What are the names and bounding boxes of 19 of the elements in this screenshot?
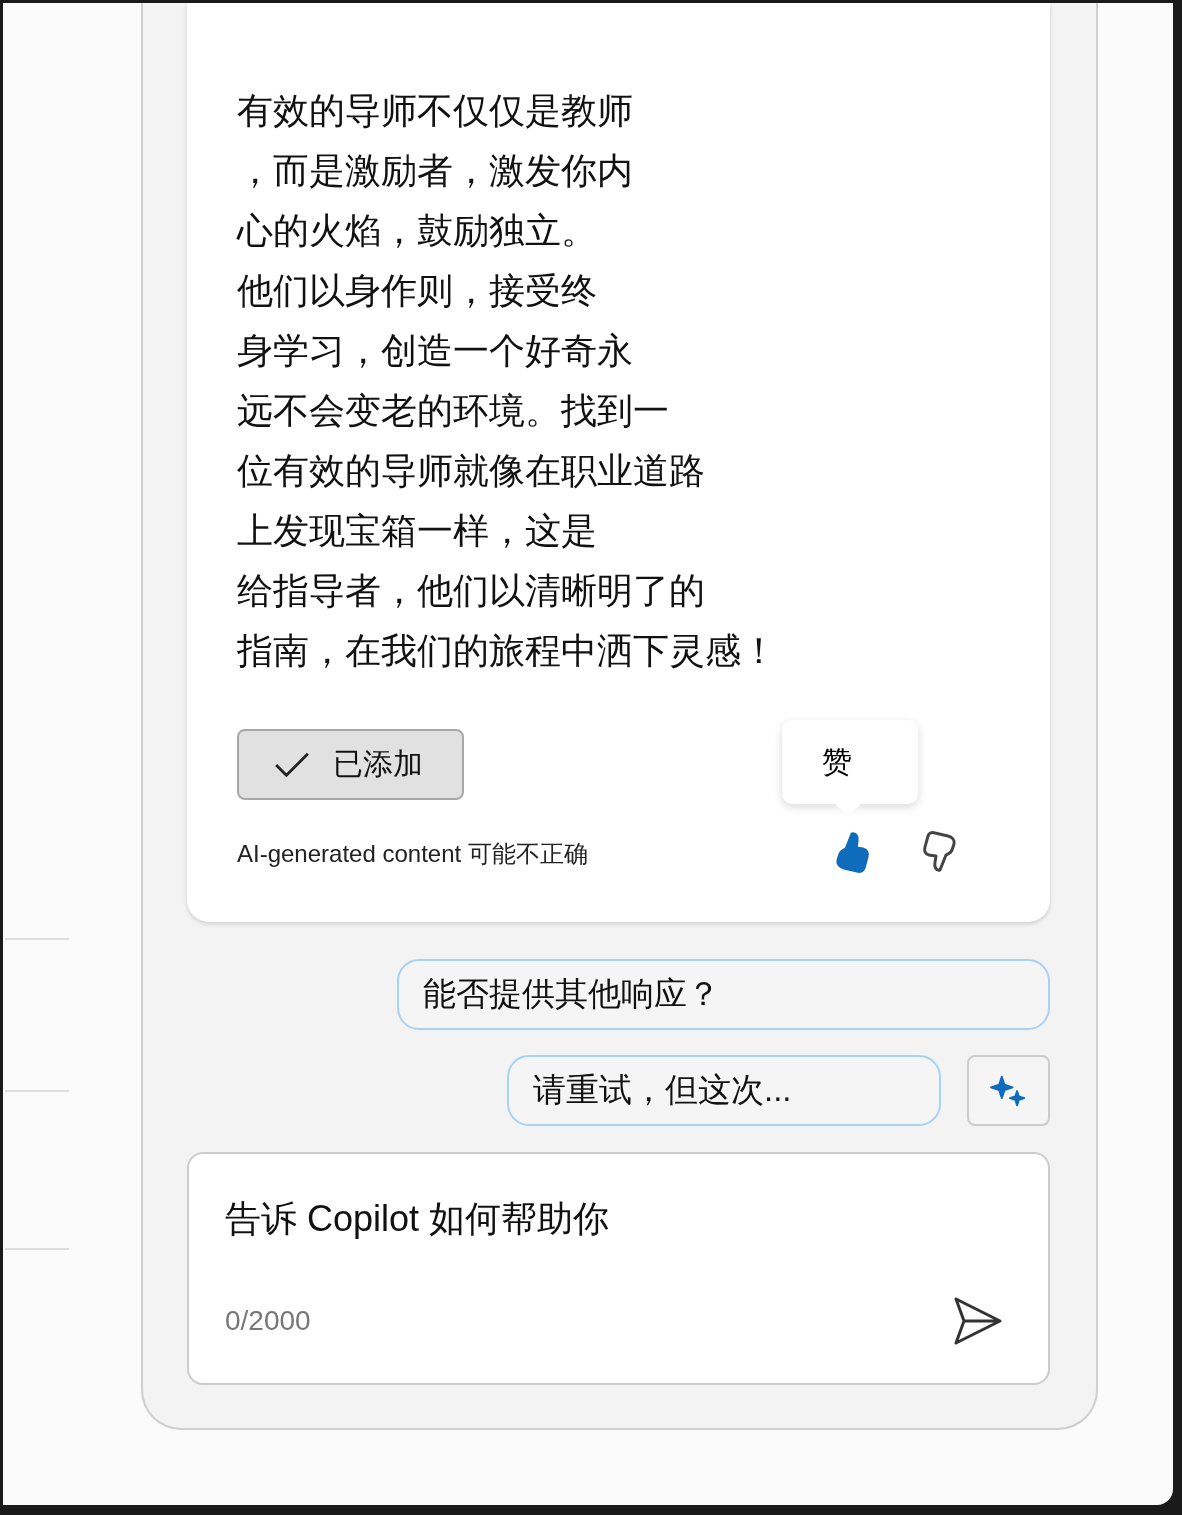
character-counter: 0/2000: [225, 1305, 311, 1337]
check-icon: [273, 750, 311, 779]
suggestion-chip[interactable]: 请重试，但这次...: [507, 1055, 941, 1126]
disclaimer-text: AI-generated content 可能不正确: [237, 839, 588, 869]
response-line: 身学习，创造一个好奇永: [237, 330, 633, 371]
response-line: 他们以身作则，接受终: [237, 270, 597, 311]
response-line: 位有效的导师就像在职业道路: [237, 450, 705, 491]
response-line: ，而是激励者，激发你内: [237, 150, 633, 191]
response-line: 心的火焰，鼓励独立。: [237, 210, 597, 251]
response-line: 指南，在我们的旅程中洒下灵感！: [237, 630, 777, 671]
sparkle-button[interactable]: [967, 1055, 1050, 1126]
added-button[interactable]: 已添加: [237, 729, 464, 800]
response-line: 远不会变老的环境。找到一: [237, 390, 669, 431]
response-line: 上发现宝箱一样，这是: [237, 510, 597, 551]
message-field[interactable]: 告诉 Copilot 如何帮助你: [225, 1198, 1004, 1240]
response-line: 有效的导师不仅仅是教师: [237, 90, 633, 131]
response-line: 给指导者，他们以清晰明了的: [237, 570, 705, 611]
suggestion-chip[interactable]: 能否提供其他响应？: [397, 959, 1050, 1030]
send-icon[interactable]: [952, 1295, 1004, 1347]
